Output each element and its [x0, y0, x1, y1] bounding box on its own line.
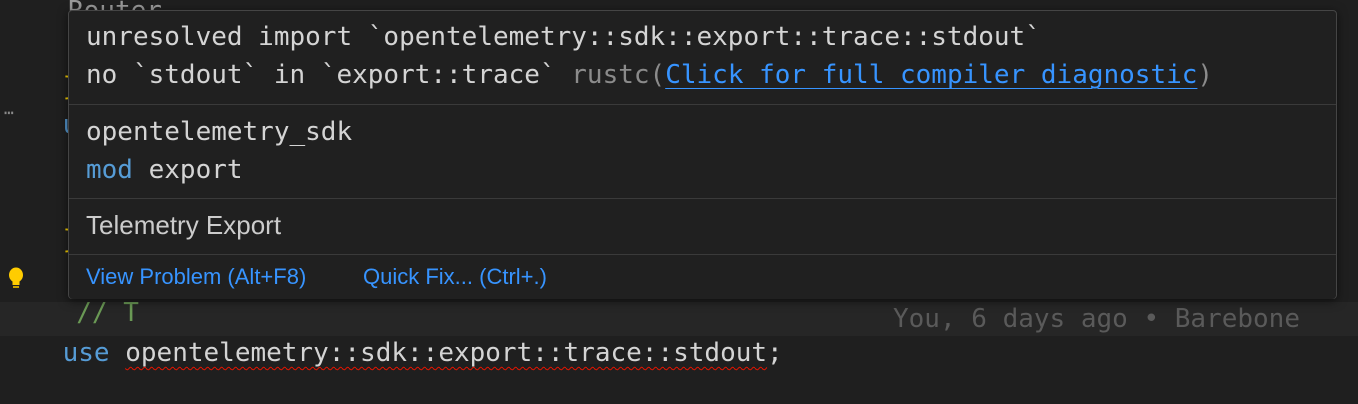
- error-source: rustc: [571, 60, 650, 90]
- module-signature: mod export: [86, 151, 1336, 189]
- error-message-line-2: no `stdout` in `export::trace` rustc(Cli…: [86, 56, 1336, 94]
- error-detail: no `stdout` in `export::trace`: [86, 60, 572, 90]
- mod-keyword: mod: [86, 155, 133, 185]
- view-problem-button[interactable]: View Problem (Alt+F8): [86, 264, 306, 290]
- paren-close: ): [1197, 60, 1214, 90]
- diagnostic-section: unresolved import `opentelemetry::sdk::e…: [69, 18, 1336, 94]
- quick-fix-button[interactable]: Quick Fix... (Ctrl+.): [363, 264, 547, 290]
- module-name: export: [148, 155, 243, 185]
- current-code-line: use opentelemetry::sdk::export::trace::s…: [0, 302, 783, 404]
- full-diagnostic-link[interactable]: Click for full compiler diagnostic: [665, 60, 1197, 90]
- error-message-line-1: unresolved import `opentelemetry::sdk::e…: [86, 22, 1041, 52]
- divider: [69, 198, 1336, 199]
- git-blame-annotation[interactable]: You, 6 days ago • Barebone: [893, 302, 1300, 336]
- hover-status-bar: View Problem (Alt+F8) Quick Fix... (Ctrl…: [69, 254, 1336, 299]
- crate-name: opentelemetry_sdk: [86, 117, 353, 147]
- paren-open: (: [649, 60, 666, 90]
- divider: [69, 104, 1336, 105]
- folded-dots[interactable]: ⋯: [4, 103, 15, 122]
- hover-popup: unresolved import `opentelemetry::sdk::e…: [68, 10, 1337, 299]
- documentation-text: Telemetry Export: [86, 210, 282, 240]
- signature-section: opentelemetry_sdk mod export: [69, 113, 1336, 189]
